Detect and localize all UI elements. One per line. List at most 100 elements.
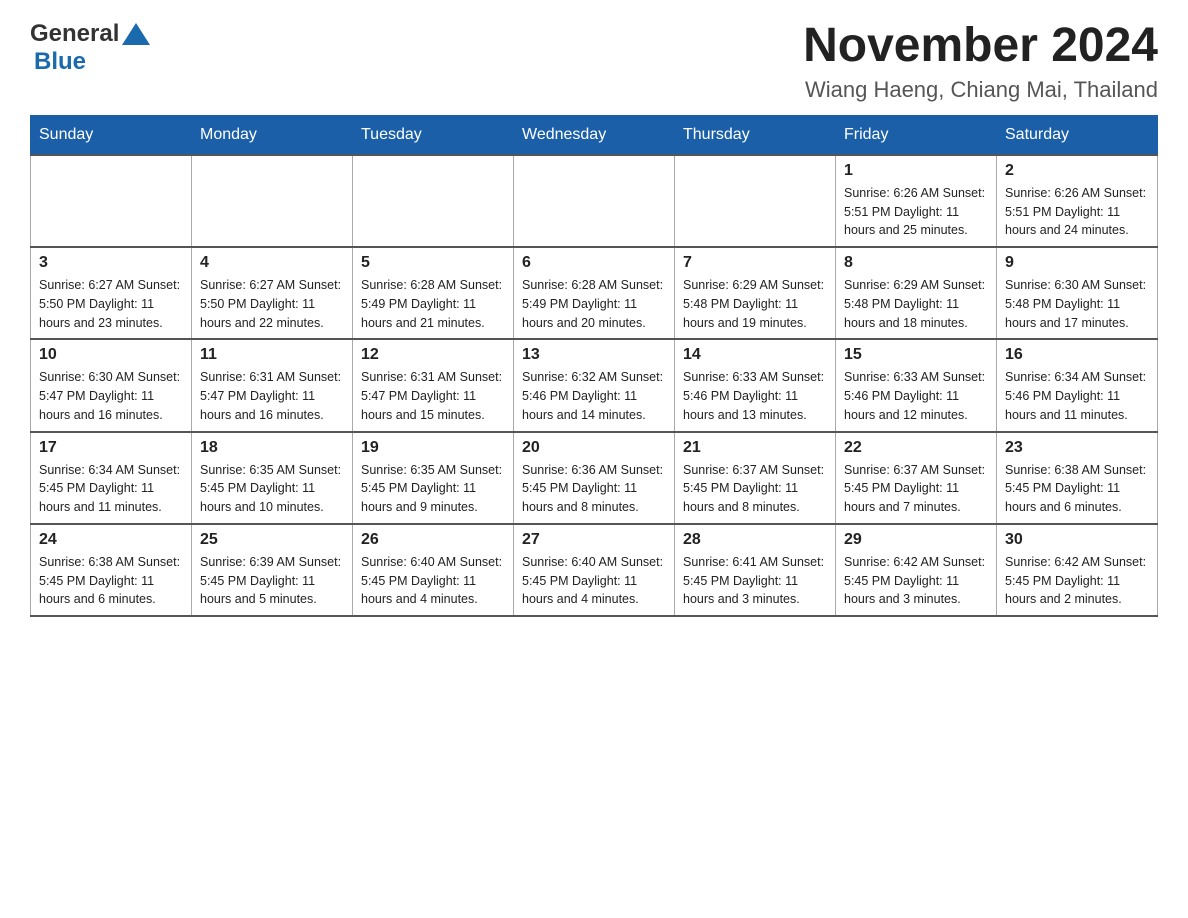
logo: General Blue bbox=[30, 20, 150, 76]
calendar-week-row: 3 Sunrise: 6:27 AM Sunset: 5:50 PM Daylig… bbox=[31, 247, 1158, 339]
day-info: Sunrise: 6:26 AM Sunset: 5:51 PM Dayligh… bbox=[1005, 184, 1149, 240]
location-subtitle: Wiang Haeng, Chiang Mai, Thailand bbox=[803, 77, 1158, 103]
day-number: 14 bbox=[683, 346, 827, 364]
calendar-day-cell: 20 Sunrise: 6:36 AM Sunset: 5:45 PM Dayli… bbox=[514, 432, 675, 524]
day-info: Sunrise: 6:30 AM Sunset: 5:48 PM Dayligh… bbox=[1005, 276, 1149, 332]
calendar-day-cell: 11Sunrise: 6:31 AM Sunset: 5:47 PM Dayli… bbox=[192, 339, 353, 431]
day-number: 2 bbox=[1005, 162, 1149, 180]
calendar-day-cell: 28 Sunrise: 6:41 AM Sunset: 5:45 PM Dayli… bbox=[675, 524, 836, 616]
calendar-day-cell: 29 Sunrise: 6:42 AM Sunset: 5:45 PM Dayli… bbox=[836, 524, 997, 616]
day-number: 24 bbox=[39, 531, 183, 549]
calendar-day-cell: 8 Sunrise: 6:29 AM Sunset: 5:48 PM Daylig… bbox=[836, 247, 997, 339]
day-of-week-header: Sunday bbox=[31, 115, 192, 155]
day-info: Sunrise: 6:27 AM Sunset: 5:50 PM Dayligh… bbox=[39, 276, 183, 332]
calendar-table: SundayMondayTuesdayWednesdayThursdayFrid… bbox=[30, 115, 1158, 617]
day-of-week-header: Friday bbox=[836, 115, 997, 155]
day-number: 5 bbox=[361, 254, 505, 272]
day-number: 7 bbox=[683, 254, 827, 272]
calendar-day-cell bbox=[675, 155, 836, 247]
day-info: Sunrise: 6:29 AM Sunset: 5:48 PM Dayligh… bbox=[844, 276, 988, 332]
calendar-day-cell: 16 Sunrise: 6:34 AM Sunset: 5:46 PM Dayli… bbox=[997, 339, 1158, 431]
day-info: Sunrise: 6:29 AM Sunset: 5:48 PM Dayligh… bbox=[683, 276, 827, 332]
calendar-week-row: 24 Sunrise: 6:38 AM Sunset: 5:45 PM Dayli… bbox=[31, 524, 1158, 616]
calendar-day-cell: 22 Sunrise: 6:37 AM Sunset: 5:45 PM Dayli… bbox=[836, 432, 997, 524]
header: General Blue November 2024 Wiang Haeng, … bbox=[30, 20, 1158, 103]
month-title: November 2024 bbox=[803, 20, 1158, 73]
day-number: 16 bbox=[1005, 346, 1149, 364]
day-info: Sunrise: 6:33 AM Sunset: 5:46 PM Dayligh… bbox=[683, 368, 827, 424]
calendar-day-cell: 10Sunrise: 6:30 AM Sunset: 5:47 PM Dayli… bbox=[31, 339, 192, 431]
day-number: 19 bbox=[361, 439, 505, 457]
calendar-week-row: 17 Sunrise: 6:34 AM Sunset: 5:45 PM Dayli… bbox=[31, 432, 1158, 524]
day-number: 6 bbox=[522, 254, 666, 272]
day-of-week-header: Saturday bbox=[997, 115, 1158, 155]
day-info: Sunrise: 6:33 AM Sunset: 5:46 PM Dayligh… bbox=[844, 368, 988, 424]
day-of-week-header: Wednesday bbox=[514, 115, 675, 155]
calendar-day-cell: 14 Sunrise: 6:33 AM Sunset: 5:46 PM Dayli… bbox=[675, 339, 836, 431]
day-number: 27 bbox=[522, 531, 666, 549]
day-number: 23 bbox=[1005, 439, 1149, 457]
calendar-day-cell: 5 Sunrise: 6:28 AM Sunset: 5:49 PM Daylig… bbox=[353, 247, 514, 339]
calendar-day-cell: 19 Sunrise: 6:35 AM Sunset: 5:45 PM Dayli… bbox=[353, 432, 514, 524]
day-info: Sunrise: 6:36 AM Sunset: 5:45 PM Dayligh… bbox=[522, 461, 666, 517]
calendar-day-cell: 17 Sunrise: 6:34 AM Sunset: 5:45 PM Dayli… bbox=[31, 432, 192, 524]
day-info: Sunrise: 6:31 AM Sunset: 5:47 PM Dayligh… bbox=[361, 368, 505, 424]
day-number: 17 bbox=[39, 439, 183, 457]
day-info: Sunrise: 6:28 AM Sunset: 5:49 PM Dayligh… bbox=[522, 276, 666, 332]
day-info: Sunrise: 6:41 AM Sunset: 5:45 PM Dayligh… bbox=[683, 553, 827, 609]
day-number: 9 bbox=[1005, 254, 1149, 272]
calendar-day-cell: 30 Sunrise: 6:42 AM Sunset: 5:45 PM Dayli… bbox=[997, 524, 1158, 616]
calendar-day-cell: 7 Sunrise: 6:29 AM Sunset: 5:48 PM Daylig… bbox=[675, 247, 836, 339]
day-info: Sunrise: 6:35 AM Sunset: 5:45 PM Dayligh… bbox=[361, 461, 505, 517]
calendar-day-cell: 24 Sunrise: 6:38 AM Sunset: 5:45 PM Dayli… bbox=[31, 524, 192, 616]
calendar-day-cell bbox=[353, 155, 514, 247]
day-info: Sunrise: 6:32 AM Sunset: 5:46 PM Dayligh… bbox=[522, 368, 666, 424]
day-info: Sunrise: 6:39 AM Sunset: 5:45 PM Dayligh… bbox=[200, 553, 344, 609]
calendar-day-cell: 18 Sunrise: 6:35 AM Sunset: 5:45 PM Dayli… bbox=[192, 432, 353, 524]
day-of-week-header: Monday bbox=[192, 115, 353, 155]
calendar-day-cell: 12 Sunrise: 6:31 AM Sunset: 5:47 PM Dayli… bbox=[353, 339, 514, 431]
day-info: Sunrise: 6:42 AM Sunset: 5:45 PM Dayligh… bbox=[844, 553, 988, 609]
day-info: Sunrise: 6:40 AM Sunset: 5:45 PM Dayligh… bbox=[522, 553, 666, 609]
day-number: 12 bbox=[361, 346, 505, 364]
calendar-day-cell: 4 Sunrise: 6:27 AM Sunset: 5:50 PM Daylig… bbox=[192, 247, 353, 339]
day-info: Sunrise: 6:38 AM Sunset: 5:45 PM Dayligh… bbox=[39, 553, 183, 609]
day-number: 4 bbox=[200, 254, 344, 272]
day-number: 30 bbox=[1005, 531, 1149, 549]
day-number: 29 bbox=[844, 531, 988, 549]
logo-blue-text: Blue bbox=[34, 48, 86, 75]
logo-general-text: General bbox=[30, 20, 119, 48]
day-info: Sunrise: 6:38 AM Sunset: 5:45 PM Dayligh… bbox=[1005, 461, 1149, 517]
day-info: Sunrise: 6:27 AM Sunset: 5:50 PM Dayligh… bbox=[200, 276, 344, 332]
day-number: 11 bbox=[200, 346, 344, 364]
day-info: Sunrise: 6:34 AM Sunset: 5:45 PM Dayligh… bbox=[39, 461, 183, 517]
calendar-day-cell: 9 Sunrise: 6:30 AM Sunset: 5:48 PM Daylig… bbox=[997, 247, 1158, 339]
calendar-header-row: SundayMondayTuesdayWednesdayThursdayFrid… bbox=[31, 115, 1158, 155]
day-number: 8 bbox=[844, 254, 988, 272]
calendar-week-row: 1 Sunrise: 6:26 AM Sunset: 5:51 PM Daylig… bbox=[31, 155, 1158, 247]
calendar-day-cell: 1 Sunrise: 6:26 AM Sunset: 5:51 PM Daylig… bbox=[836, 155, 997, 247]
day-number: 20 bbox=[522, 439, 666, 457]
calendar-day-cell bbox=[192, 155, 353, 247]
day-number: 28 bbox=[683, 531, 827, 549]
day-info: Sunrise: 6:40 AM Sunset: 5:45 PM Dayligh… bbox=[361, 553, 505, 609]
calendar-day-cell: 13Sunrise: 6:32 AM Sunset: 5:46 PM Dayli… bbox=[514, 339, 675, 431]
day-number: 26 bbox=[361, 531, 505, 549]
day-info: Sunrise: 6:28 AM Sunset: 5:49 PM Dayligh… bbox=[361, 276, 505, 332]
calendar-day-cell bbox=[31, 155, 192, 247]
day-info: Sunrise: 6:34 AM Sunset: 5:46 PM Dayligh… bbox=[1005, 368, 1149, 424]
calendar-day-cell: 15Sunrise: 6:33 AM Sunset: 5:46 PM Dayli… bbox=[836, 339, 997, 431]
calendar-day-cell: 2 Sunrise: 6:26 AM Sunset: 5:51 PM Daylig… bbox=[997, 155, 1158, 247]
day-number: 3 bbox=[39, 254, 183, 272]
day-of-week-header: Tuesday bbox=[353, 115, 514, 155]
logo-triangle-icon bbox=[122, 23, 150, 45]
day-number: 18 bbox=[200, 439, 344, 457]
calendar-day-cell: 23 Sunrise: 6:38 AM Sunset: 5:45 PM Dayli… bbox=[997, 432, 1158, 524]
day-number: 10 bbox=[39, 346, 183, 364]
day-info: Sunrise: 6:42 AM Sunset: 5:45 PM Dayligh… bbox=[1005, 553, 1149, 609]
day-info: Sunrise: 6:26 AM Sunset: 5:51 PM Dayligh… bbox=[844, 184, 988, 240]
day-number: 1 bbox=[844, 162, 988, 180]
day-info: Sunrise: 6:35 AM Sunset: 5:45 PM Dayligh… bbox=[200, 461, 344, 517]
day-info: Sunrise: 6:37 AM Sunset: 5:45 PM Dayligh… bbox=[844, 461, 988, 517]
day-number: 22 bbox=[844, 439, 988, 457]
